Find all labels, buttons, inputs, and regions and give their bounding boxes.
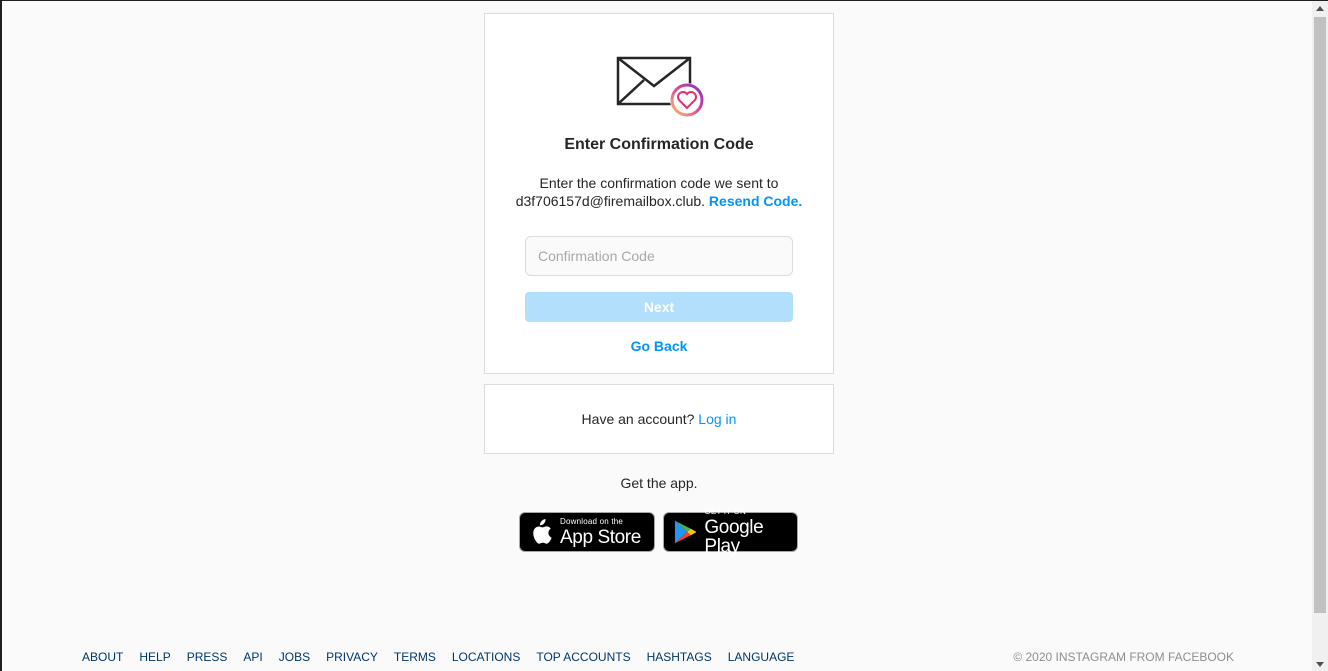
mail-heart-icon xyxy=(616,56,704,117)
footer-link-about[interactable]: About xyxy=(82,650,123,664)
vertical-scrollbar[interactable] xyxy=(1312,1,1328,671)
email-address: d3f706157d@firemailbox.club. xyxy=(515,193,706,209)
google-play-big-text: Google Play xyxy=(704,517,764,557)
footer-link-language[interactable]: Language xyxy=(728,650,795,664)
google-play-small-text: GET IT ON xyxy=(704,507,746,516)
description: Enter the confirmation code we sent to d… xyxy=(505,174,813,210)
footer-link-privacy[interactable]: Privacy xyxy=(326,650,378,664)
footer-link-press[interactable]: Press xyxy=(187,650,228,664)
google-play-icon xyxy=(674,520,697,544)
login-link[interactable]: Log in xyxy=(698,411,736,427)
login-card: Have an account? Log in xyxy=(484,384,834,454)
google-play-button[interactable]: GET IT ON Google Play xyxy=(663,508,798,556)
app-store-small-text: Download on the xyxy=(560,516,624,526)
page-title: Enter Confirmation Code xyxy=(564,136,754,153)
resend-code-link[interactable]: Resend Code. xyxy=(709,193,802,209)
confirmation-code-input[interactable] xyxy=(525,236,793,276)
scroll-thumb[interactable] xyxy=(1314,17,1326,613)
go-back-link[interactable]: Go Back xyxy=(485,338,833,354)
footer-link-terms[interactable]: Terms xyxy=(394,650,436,664)
footer-links: About Help Press API Jobs Privacy Terms … xyxy=(82,650,794,664)
footer-link-top-accounts[interactable]: Top Accounts xyxy=(536,650,630,664)
footer-link-api[interactable]: API xyxy=(243,650,262,664)
footer-link-help[interactable]: Help xyxy=(139,650,170,664)
confirmation-card: Enter Confirmation Code Enter the confir… xyxy=(484,13,834,374)
scroll-up-icon[interactable] xyxy=(1316,6,1324,11)
login-prompt: Have an account? xyxy=(581,411,695,427)
footer-link-jobs[interactable]: Jobs xyxy=(279,650,310,664)
apple-icon xyxy=(533,519,552,544)
app-store-button[interactable]: Download on the App Store xyxy=(519,512,655,552)
copyright: © 2020 Instagram from Facebook xyxy=(1013,650,1234,664)
scroll-down-icon[interactable] xyxy=(1316,662,1324,667)
footer-link-locations[interactable]: Locations xyxy=(452,650,520,664)
description-text: Enter the confirmation code we sent to xyxy=(539,175,779,191)
app-store-big-text: App Store xyxy=(560,526,641,548)
get-app-text: Get the app. xyxy=(620,475,698,491)
footer-link-hashtags[interactable]: Hashtags xyxy=(647,650,712,664)
next-button[interactable]: Next xyxy=(525,292,793,322)
